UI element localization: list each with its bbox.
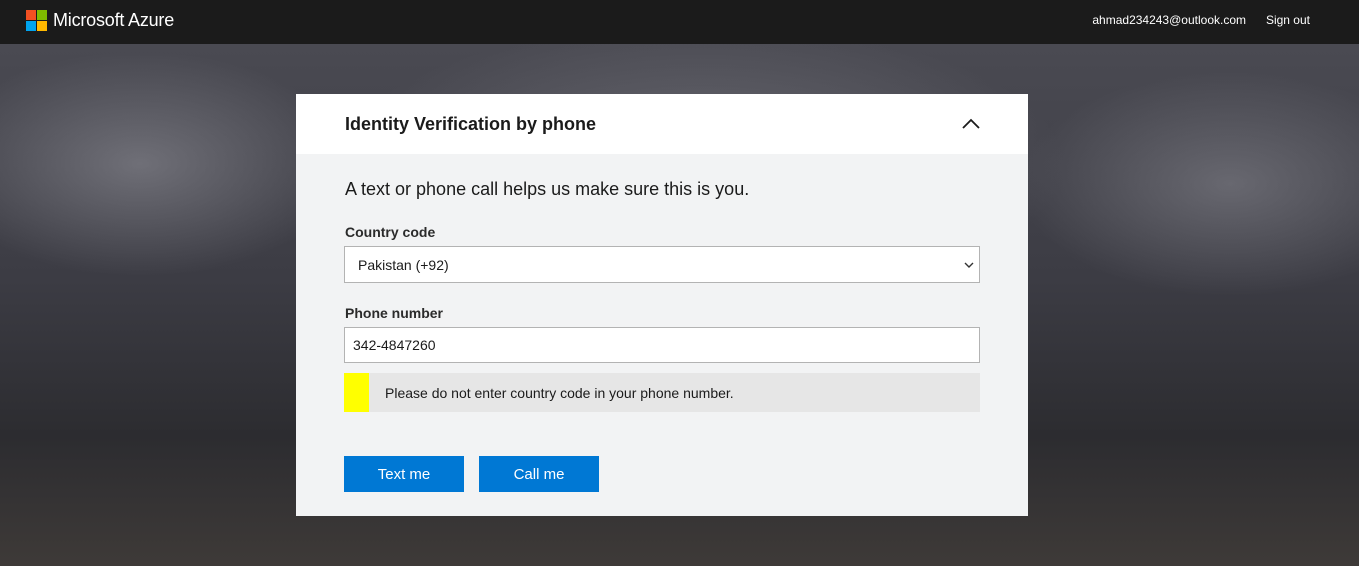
card-title: Identity Verification by phone (345, 114, 597, 134)
brand-name: Microsoft Azure (53, 10, 175, 30)
phone-number-value: 342-4847260 (353, 337, 436, 353)
text-me-button[interactable]: Text me (344, 456, 464, 492)
country-code-select[interactable]: Pakistan (+92) (344, 246, 980, 283)
card-header: Identity Verification by phone (296, 94, 1028, 154)
verification-card: Identity Verification by phone A text or… (296, 94, 1028, 516)
sign-out-link[interactable]: Sign out (1266, 13, 1310, 27)
call-me-button[interactable]: Call me (479, 456, 599, 492)
phone-number-hint: Please do not enter country code in your… (344, 373, 980, 412)
hint-accent-bar (344, 373, 369, 412)
country-code-value: Pakistan (+92) (358, 257, 449, 273)
microsoft-logo-icon (26, 10, 47, 31)
brand[interactable]: Microsoft Azure (26, 10, 174, 31)
phone-number-label: Phone number (345, 305, 444, 321)
top-bar: Microsoft Azure ahmad234243@outlook.com … (0, 0, 1359, 44)
chevron-down-icon (964, 262, 974, 268)
phone-number-input[interactable]: 342-4847260 (344, 327, 980, 363)
chevron-up-icon[interactable] (960, 113, 982, 135)
hint-text: Please do not enter country code in your… (385, 385, 734, 401)
country-code-label: Country code (345, 224, 436, 240)
lead-text: A text or phone call helps us make sure … (345, 179, 750, 199)
account-email[interactable]: ahmad234243@outlook.com (1092, 13, 1246, 27)
